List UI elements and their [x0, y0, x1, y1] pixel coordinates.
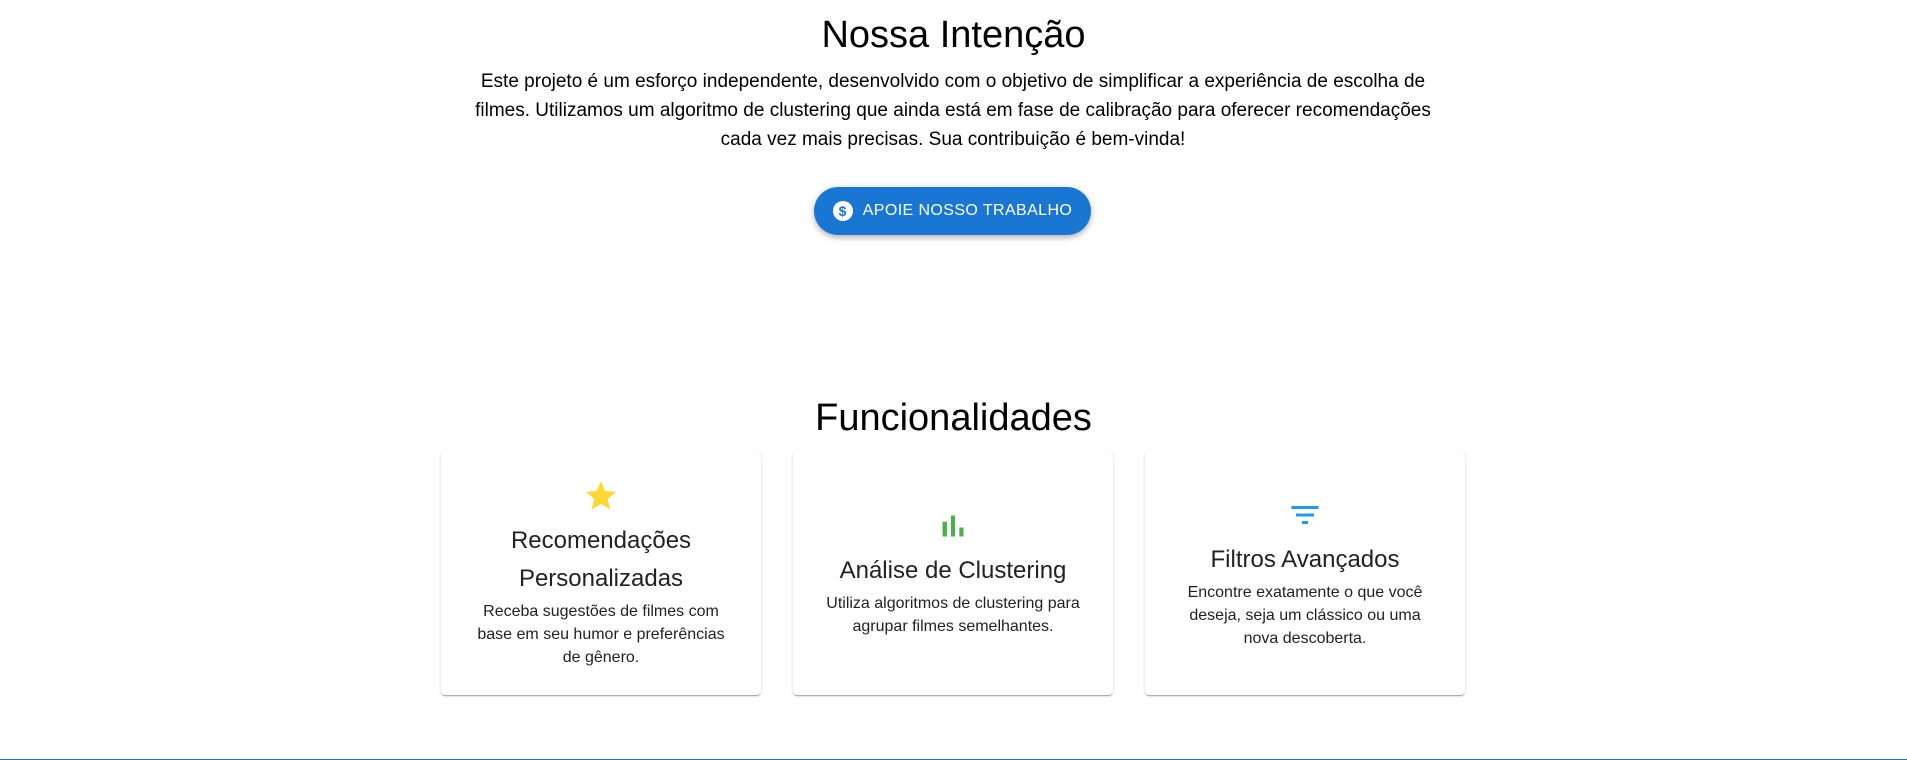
support-button-label: APOIE NOSSO TRABALHO	[862, 202, 1073, 219]
page: Nossa Intenção Este projeto é um esforço…	[0, 0, 1907, 760]
feature-card-recommendations: Recomendações Personalizadas Receba suge…	[441, 451, 761, 695]
feature-card-filters: Filtros Avançados Encontre exatamente o …	[1145, 451, 1465, 695]
intent-title: Nossa Intenção	[821, 14, 1086, 56]
feature-card-title: Filtros Avançados	[1210, 545, 1400, 573]
features-title: Funcionalidades	[815, 397, 1092, 439]
dollar-circle-icon: $	[832, 201, 853, 221]
feature-card-text: Encontre exatamente o que você deseja, s…	[1187, 583, 1423, 647]
feature-card-clustering: Análise de Clustering Utiliza algoritmos…	[793, 451, 1113, 695]
bar-chart-icon	[942, 515, 964, 537]
feature-card-text: Utiliza algoritmos de clustering para ag…	[826, 595, 1080, 635]
filter-icon	[1291, 505, 1319, 524]
feature-card-title: Recomendações Personalizadas	[510, 526, 692, 592]
support-button[interactable]: $ APOIE NOSSO TRABALHO	[814, 187, 1091, 235]
feature-card-title: Análise de Clustering	[839, 557, 1067, 584]
star-icon	[586, 480, 616, 509]
feature-card-text: Receba sugestões de filmes com base em s…	[477, 602, 725, 666]
intent-description: Este projeto é um esforço independente, …	[475, 71, 1431, 150]
